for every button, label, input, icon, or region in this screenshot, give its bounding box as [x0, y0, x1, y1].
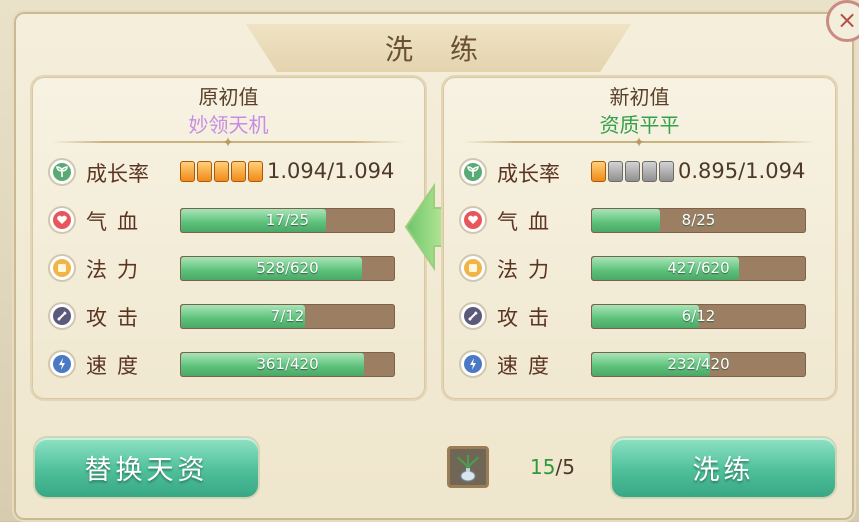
- stat-label: 气血: [86, 210, 148, 234]
- stat-row: 气血 8/25: [443, 203, 836, 237]
- stat-value: 427/620: [667, 259, 730, 277]
- dialog-title: 洗 练: [385, 33, 492, 66]
- panel-header: 新初值: [609, 85, 670, 109]
- growth-label: 成长率: [86, 162, 149, 186]
- stat-row: 法力 427/620: [443, 251, 836, 285]
- plant-vase-icon: [457, 455, 479, 482]
- square-icon: [459, 254, 487, 282]
- growth-gem-icon: [591, 161, 606, 182]
- lightning-icon: [459, 350, 487, 378]
- stat-row: 攻击 6/12: [443, 299, 836, 333]
- stat-row: 气血 17/25: [32, 203, 425, 237]
- growth-gem-icon: [659, 161, 674, 182]
- divider-ornament-icon: ✦: [633, 135, 645, 151]
- sword-icon: [48, 302, 76, 330]
- stat-label: 攻击: [497, 306, 559, 330]
- sprout-icon: [48, 158, 76, 186]
- quality-label: 资质平平: [599, 113, 680, 137]
- stat-label: 气血: [497, 210, 559, 234]
- stat-bar: 8/25: [591, 208, 806, 233]
- heart-icon: [459, 206, 487, 234]
- growth-gem-icon: [642, 161, 657, 182]
- sprout-icon: [459, 158, 487, 186]
- stat-row: 速度 361/420: [32, 347, 425, 381]
- title-banner: 洗 练: [246, 24, 631, 72]
- stat-bar: 6/12: [591, 304, 806, 329]
- growth-gems: [591, 161, 674, 182]
- growth-gem-icon: [231, 161, 246, 182]
- counter-total: /5: [555, 455, 575, 479]
- replace-aptitude-button[interactable]: 替换天资: [35, 438, 258, 497]
- refine-counter: 15/5: [530, 455, 575, 479]
- stat-value: 232/420: [667, 355, 730, 373]
- stat-bar: 361/420: [180, 352, 395, 377]
- stat-label: 速度: [497, 354, 559, 378]
- stat-value: 528/620: [256, 259, 319, 277]
- stat-row: 速度 232/420: [443, 347, 836, 381]
- stat-bar: 7/12: [180, 304, 395, 329]
- original-value-panel: 原初值 妙领天机 ✦ 成长率 1.094/1.094 气血 17/25 法力 528/…: [30, 75, 427, 401]
- stat-label: 法力: [497, 258, 559, 282]
- stat-value: 17/25: [265, 211, 310, 229]
- growth-value: 0.895/1.094: [678, 159, 806, 183]
- growth-row: 成长率 0.895/1.094: [443, 155, 836, 189]
- sword-icon: [459, 302, 487, 330]
- stat-bar: 528/620: [180, 256, 395, 281]
- heart-icon: [48, 206, 76, 234]
- growth-gem-icon: [214, 161, 229, 182]
- stat-value: 361/420: [256, 355, 319, 373]
- square-icon: [48, 254, 76, 282]
- counter-current: 15: [530, 455, 556, 479]
- stat-value: 7/12: [270, 307, 305, 325]
- growth-value: 1.094/1.094: [267, 159, 395, 183]
- stat-bar: 232/420: [591, 352, 806, 377]
- divider-ornament-icon: ✦: [222, 135, 234, 151]
- growth-gem-icon: [248, 161, 263, 182]
- stat-label: 速度: [86, 354, 148, 378]
- growth-gem-icon: [608, 161, 623, 182]
- refine-button[interactable]: 洗练: [612, 438, 835, 497]
- refine-item-slot[interactable]: [447, 446, 489, 488]
- growth-gem-icon: [625, 161, 640, 182]
- lightning-icon: [48, 350, 76, 378]
- stat-bar: 427/620: [591, 256, 806, 281]
- stat-value: 6/12: [681, 307, 716, 325]
- growth-label: 成长率: [497, 162, 560, 186]
- stat-row: 攻击 7/12: [32, 299, 425, 333]
- stat-bar: 17/25: [180, 208, 395, 233]
- quality-label: 妙领天机: [188, 113, 269, 137]
- growth-gem-icon: [180, 161, 195, 182]
- stat-label: 攻击: [86, 306, 148, 330]
- stat-value: 8/25: [681, 211, 716, 229]
- growth-gems: [180, 161, 263, 182]
- growth-gem-icon: [197, 161, 212, 182]
- new-value-panel: 新初值 资质平平 ✦ 成长率 0.895/1.094 气血 8/25 法力 427/6…: [441, 75, 838, 401]
- growth-row: 成长率 1.094/1.094: [32, 155, 425, 189]
- stat-label: 法力: [86, 258, 148, 282]
- panel-header: 原初值: [198, 85, 259, 109]
- stat-row: 法力 528/620: [32, 251, 425, 285]
